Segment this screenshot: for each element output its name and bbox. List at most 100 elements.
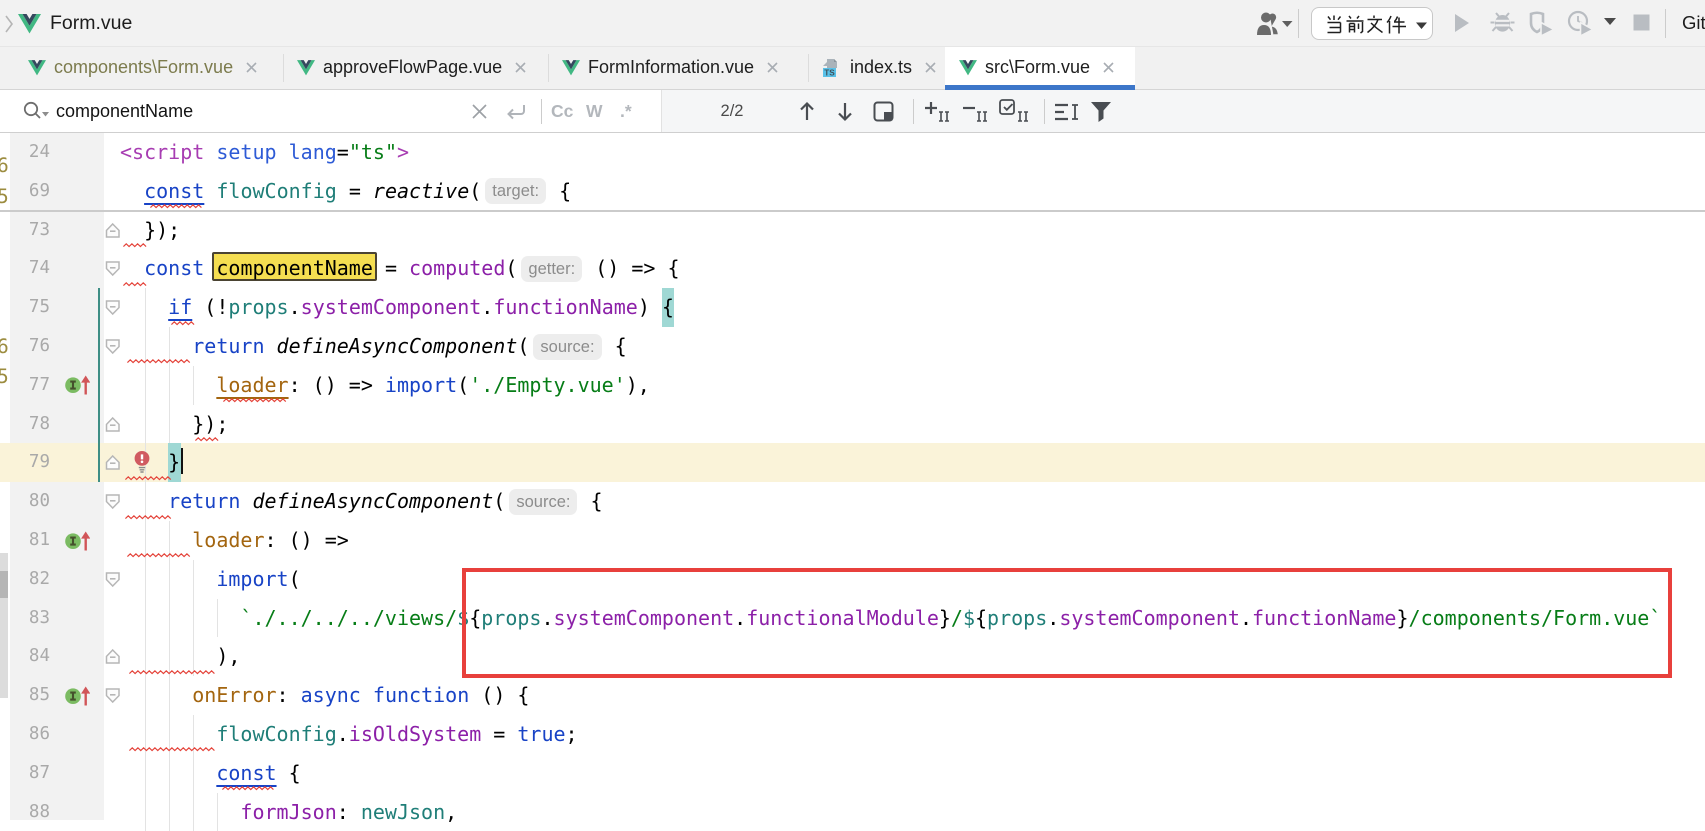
git-widget[interactable]: Git: [1682, 0, 1705, 46]
code-line-85[interactable]: 85 onError: async function () {: [0, 676, 1705, 715]
remove-occurrence-icon[interactable]: [961, 99, 989, 125]
overridden-marker-icon[interactable]: [64, 531, 90, 551]
search-options-icon[interactable]: [1053, 100, 1081, 124]
inlay-hint: target:: [485, 178, 546, 204]
user-icon[interactable]: [1249, 11, 1293, 37]
token: defineAsyncComponent: [252, 489, 493, 513]
code-line-24[interactable]: 24<script setup lang="ts">: [0, 133, 1705, 172]
code-line-88[interactable]: 88 formJson: newJson,: [0, 793, 1705, 831]
code-line-81[interactable]: 81 loader: () =>: [0, 521, 1705, 560]
token: =: [373, 256, 409, 280]
token: true: [517, 722, 565, 746]
fold-marker-icon[interactable]: [105, 493, 121, 510]
tab-components-Form.vue[interactable]: components\Form.vue: [14, 47, 283, 89]
close-tab-icon[interactable]: [923, 60, 938, 75]
fold-marker-icon[interactable]: [105, 416, 121, 433]
token: const: [216, 761, 276, 785]
scope-indicator-line: [98, 288, 101, 482]
filter-icon[interactable]: [1089, 100, 1113, 124]
chevron-down-icon: [1415, 21, 1428, 30]
tab-FormInformation.vue[interactable]: FormInformation.vue: [548, 47, 808, 89]
token: .: [337, 722, 349, 746]
tab-src-Form.vue[interactable]: src\Form.vue: [945, 47, 1135, 89]
inlay-hint: source:: [533, 334, 601, 360]
close-tab-icon[interactable]: [1101, 60, 1116, 75]
run-icon[interactable]: [1453, 13, 1470, 33]
regex-toggle[interactable]: .*: [620, 90, 632, 132]
newline-icon[interactable]: [503, 101, 529, 122]
close-tab-icon[interactable]: [513, 60, 528, 75]
token: :: [277, 683, 301, 707]
error-squiggle: [145, 204, 210, 209]
token: () {: [469, 683, 529, 707]
close-tab-icon[interactable]: [244, 60, 259, 75]
code-line-79[interactable]: 79 }: [0, 443, 1705, 482]
fold-marker-icon[interactable]: [105, 260, 121, 277]
overridden-marker-icon[interactable]: [64, 375, 90, 395]
token: isOldSystem: [349, 722, 481, 746]
code-line-80[interactable]: 80 return defineAsyncComponent(source: {: [0, 482, 1705, 521]
clear-search-icon[interactable]: [470, 102, 489, 121]
next-match-icon[interactable]: [833, 99, 857, 124]
fold-marker-icon[interactable]: [105, 338, 121, 355]
error-squiggle: [121, 515, 174, 520]
token: flowConfig: [216, 179, 336, 203]
search-query-text[interactable]: componentName: [56, 90, 193, 132]
token: (: [517, 334, 529, 358]
token: [265, 334, 277, 358]
line-number: 84: [10, 637, 50, 676]
tab-index.ts[interactable]: TSindex.ts: [808, 47, 945, 89]
code-text: onError: async function () {: [120, 676, 529, 715]
code-line-73[interactable]: 73 });: [0, 211, 1705, 250]
code-line-69[interactable]: 69 const flowConfig = reactive(target: {: [0, 172, 1705, 211]
search-icon[interactable]: [21, 100, 51, 124]
line-number: 80: [10, 482, 50, 521]
code-line-76[interactable]: 76 return defineAsyncComponent(source: {: [0, 327, 1705, 366]
token: .: [289, 295, 301, 319]
code-line-74[interactable]: 74 const componentName = computed(getter…: [0, 249, 1705, 288]
match-case-toggle[interactable]: Cc: [551, 90, 573, 132]
token: defineAsyncComponent: [277, 334, 518, 358]
token: onError: [192, 683, 276, 707]
run-configuration-glyphs: [1325, 15, 1417, 34]
code-line-78[interactable]: 78 });: [0, 405, 1705, 444]
open-in-find-window-icon[interactable]: [872, 100, 896, 124]
code-line-87[interactable]: 87 const {: [0, 754, 1705, 793]
line-number: 83: [10, 599, 50, 638]
token: const: [144, 179, 204, 203]
error-squiggle: [121, 553, 198, 558]
tab-approveFlowPage.vue[interactable]: approveFlowPage.vue: [283, 47, 548, 89]
search-bar: componentName CcW.*2/2: [0, 90, 1705, 133]
fold-marker-icon[interactable]: [105, 454, 121, 471]
inlay-hint: source:: [509, 489, 577, 515]
fold-marker-icon[interactable]: [105, 687, 121, 704]
fold-marker-icon[interactable]: [105, 648, 121, 665]
vue-file-icon: [959, 60, 977, 76]
code-line-77[interactable]: 77 loader: () => import('./Empty.vue'),: [0, 366, 1705, 405]
profiler-icon[interactable]: [1567, 10, 1617, 36]
error-squiggle: [121, 476, 174, 481]
close-tab-icon[interactable]: [765, 60, 780, 75]
stop-icon[interactable]: [1633, 14, 1650, 31]
token: `./../../../views/: [240, 606, 457, 630]
line-number: 78: [10, 405, 50, 444]
debug-icon[interactable]: [1489, 10, 1516, 36]
code-text: import(: [120, 560, 301, 599]
coverage-icon[interactable]: [1529, 11, 1555, 36]
token: : () =>: [289, 373, 385, 397]
code-line-75[interactable]: 75 if (!props.systemComponent.functionNa…: [0, 288, 1705, 327]
add-occurrence-icon[interactable]: [923, 99, 951, 125]
code-text: formJson: newJson,: [120, 793, 457, 831]
previous-match-icon[interactable]: [795, 99, 819, 124]
code-line-86[interactable]: 86 flowConfig.isOldSystem = true;: [0, 715, 1705, 754]
select-all-occurrences-icon[interactable]: [998, 98, 1030, 125]
token: (: [469, 179, 481, 203]
whole-words-toggle[interactable]: W: [586, 90, 603, 132]
fold-marker-icon[interactable]: [105, 571, 121, 588]
fold-marker-icon[interactable]: [105, 222, 121, 239]
fold-marker-icon[interactable]: [105, 299, 121, 316]
overridden-marker-icon[interactable]: [64, 686, 90, 706]
code-editor[interactable]: 24<script setup lang="ts">69 const flowC…: [0, 133, 1705, 820]
token: functionName: [493, 295, 638, 319]
run-configuration-select[interactable]: 当前文件: [1311, 7, 1433, 40]
